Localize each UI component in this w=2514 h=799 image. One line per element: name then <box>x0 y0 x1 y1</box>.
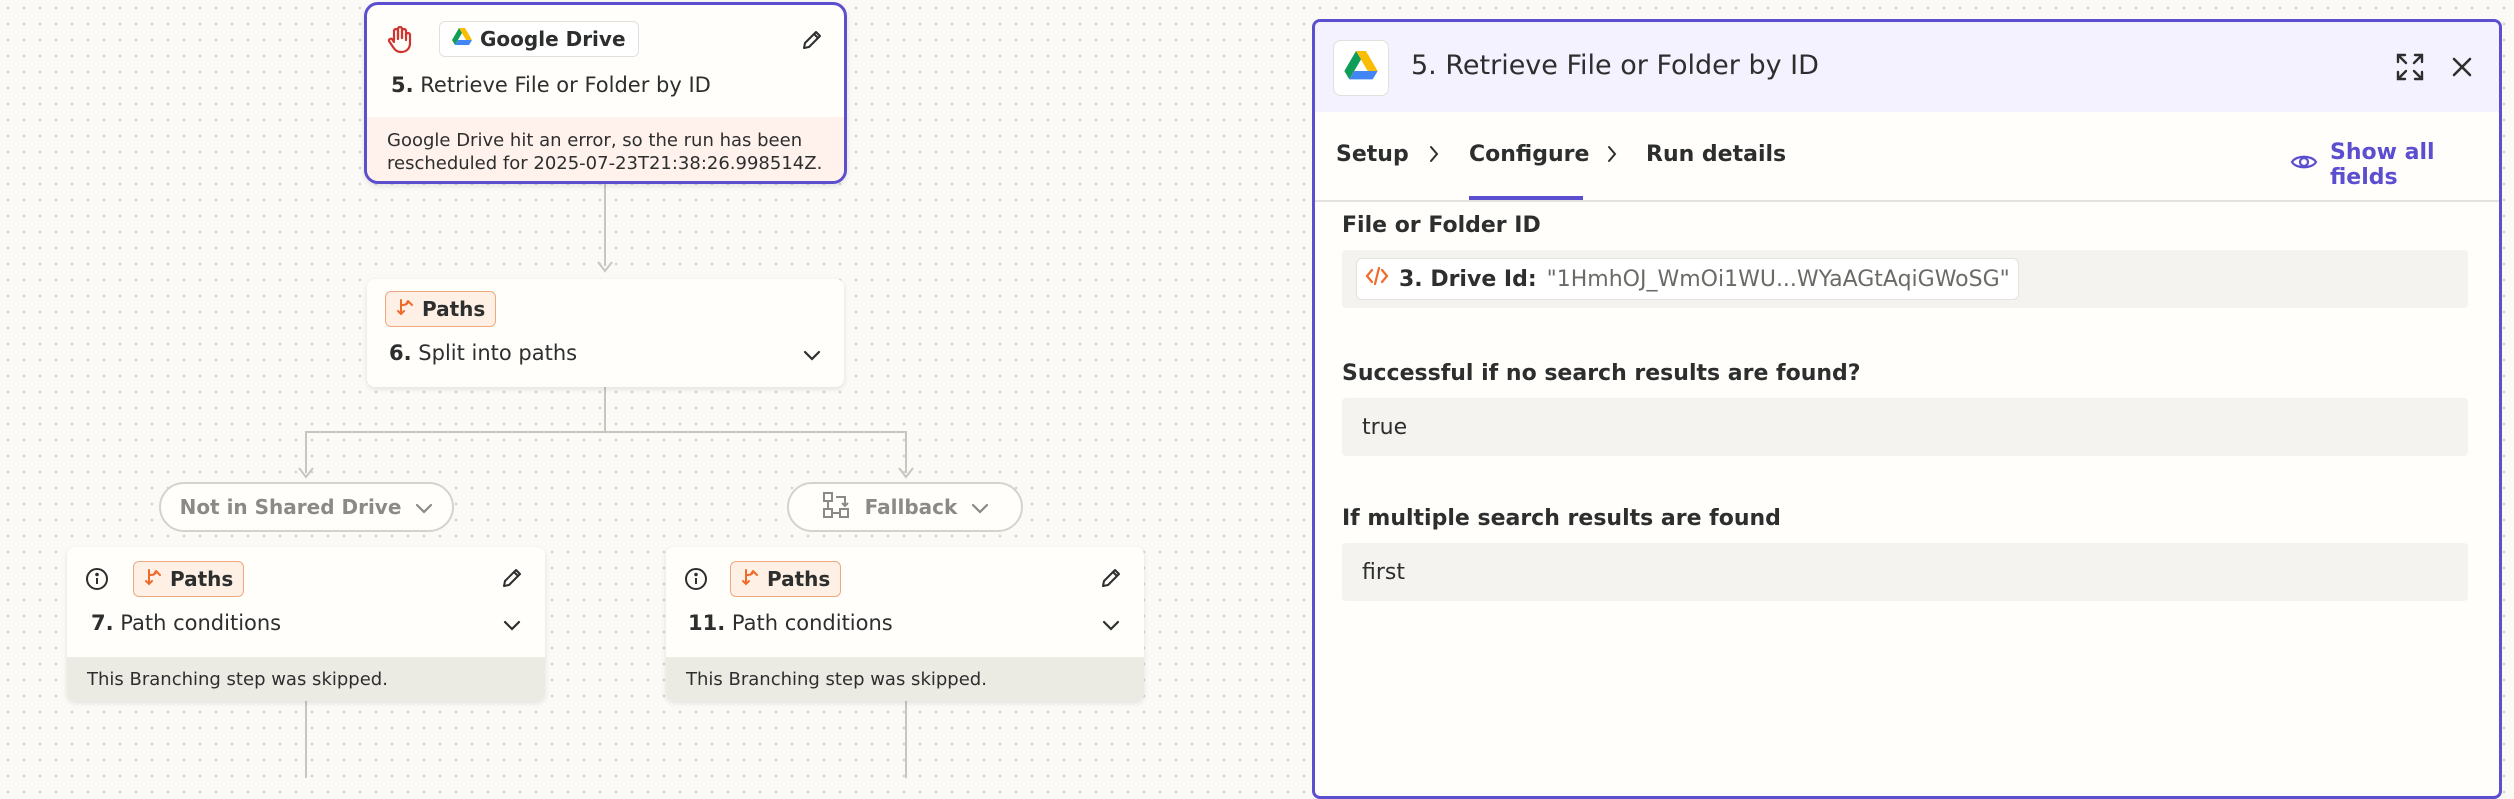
panel-title: 5. Retrieve File or Folder by ID <box>1411 50 1819 81</box>
connector-5-6 <box>604 182 606 266</box>
field-multiple-results-label: If multiple search results are found <box>1342 506 1781 531</box>
field-value: true <box>1362 414 1408 440</box>
connector-right-out <box>905 700 907 778</box>
mapped-field-token[interactable]: 3. Drive Id: "1HmhOJ_WmOi1WU...WYaAGtAqi… <box>1356 258 2019 300</box>
paths-chip-label: Paths <box>767 567 831 591</box>
error-text: Google Drive hit an error, so the run ha… <box>387 130 823 174</box>
paths-chip-label: Paths <box>170 567 234 591</box>
arrow-head-right <box>898 464 914 479</box>
step-11-title: 11. Path conditions <box>688 611 893 635</box>
app-chip-label: Google Drive <box>480 27 626 51</box>
step-7-title: 7. Path conditions <box>91 611 282 635</box>
step-11-card[interactable]: Paths 11. Path conditions This Branching… <box>666 547 1144 701</box>
tab-setup[interactable]: Setup <box>1336 142 1409 167</box>
app-chip-google-drive: Google Drive <box>439 21 639 57</box>
token-value: "1HmhOJ_WmOi1WU...WYaAGtAqiGWoSG" <box>1546 266 2010 292</box>
pencil-icon[interactable] <box>797 25 827 55</box>
code-icon <box>1365 266 1389 292</box>
paths-chip-label: Paths <box>422 297 486 321</box>
eye-icon <box>2290 152 2318 178</box>
branch-fallback[interactable]: Fallback <box>787 482 1023 532</box>
show-all-fields-label: Show all fields <box>2330 140 2435 190</box>
app-logo <box>1333 40 1389 96</box>
tab-configure[interactable]: Configure <box>1469 142 1589 167</box>
fallback-icon <box>821 490 851 525</box>
token-label: 3. Drive Id: <box>1399 266 1537 292</box>
connector-6-branch <box>604 383 606 433</box>
arrow-head <box>597 258 613 273</box>
step-detail-panel: 5. Retrieve File or Folder by ID Setup C… <box>1312 19 2502 799</box>
show-all-fields-button[interactable]: Show all fields <box>2290 140 2499 190</box>
info-icon[interactable] <box>682 565 710 593</box>
paths-icon <box>741 567 761 592</box>
connector-branch-horizontal <box>305 431 907 433</box>
field-successful-if-no-results-label: Successful if no search results are foun… <box>1342 361 1861 386</box>
info-icon[interactable] <box>83 565 111 593</box>
step-6-card[interactable]: Paths 6. Split into paths <box>367 279 844 387</box>
paths-chip: Paths <box>385 291 497 327</box>
branch-left-label: Not in Shared Drive <box>179 495 402 519</box>
step-5-card[interactable]: Google Drive 5. Retrieve File or Folder … <box>364 2 847 184</box>
branch-right-label: Fallback <box>864 495 958 519</box>
close-icon[interactable] <box>2445 50 2479 84</box>
tab-run-details[interactable]: Run details <box>1646 142 1786 167</box>
active-tab-indicator <box>1469 196 1583 200</box>
step-5-title: 5. Retrieve File or Folder by ID <box>391 73 711 97</box>
step-6-title: 6. Split into paths <box>389 341 578 365</box>
error-banner: Google Drive hit an error, so the run ha… <box>367 117 844 181</box>
hand-icon <box>385 25 415 55</box>
paths-icon <box>396 297 416 322</box>
arrow-head-left <box>298 464 314 479</box>
pencil-icon[interactable] <box>497 563 527 593</box>
field-multiple-results-input[interactable]: first <box>1342 543 2468 601</box>
google-drive-icon <box>1344 51 1378 85</box>
skipped-status: This Branching step was skipped. <box>67 657 545 701</box>
paths-chip: Paths <box>133 561 245 597</box>
skipped-status: This Branching step was skipped. <box>666 657 1144 701</box>
field-successful-if-no-results-input[interactable]: true <box>1342 398 2468 456</box>
chevron-down-icon[interactable] <box>1096 611 1126 641</box>
chevron-down-icon <box>415 495 433 519</box>
chevron-right-icon <box>1428 144 1440 168</box>
field-value: first <box>1362 559 1405 585</box>
branch-not-in-shared-drive[interactable]: Not in Shared Drive <box>159 482 454 532</box>
panel-tabs: Setup Configure Run details Show all fie… <box>1315 112 2499 202</box>
field-file-or-folder-id-input[interactable]: 3. Drive Id: "1HmhOJ_WmOi1WU...WYaAGtAqi… <box>1342 250 2468 308</box>
step-7-card[interactable]: Paths 7. Path conditions This Branching … <box>67 547 545 701</box>
connector-left-out <box>305 700 307 778</box>
google-drive-icon <box>452 27 472 51</box>
field-file-or-folder-id-label: File or Folder ID <box>1342 213 1541 238</box>
expand-icon[interactable] <box>2391 48 2429 86</box>
paths-icon <box>144 567 164 592</box>
chevron-right-icon <box>1606 144 1618 168</box>
chevron-down-icon[interactable] <box>797 341 827 371</box>
paths-chip: Paths <box>730 561 842 597</box>
chevron-down-icon <box>971 495 989 519</box>
pencil-icon[interactable] <box>1096 563 1126 593</box>
panel-header: 5. Retrieve File or Folder by ID <box>1315 22 2499 112</box>
chevron-down-icon[interactable] <box>497 611 527 641</box>
